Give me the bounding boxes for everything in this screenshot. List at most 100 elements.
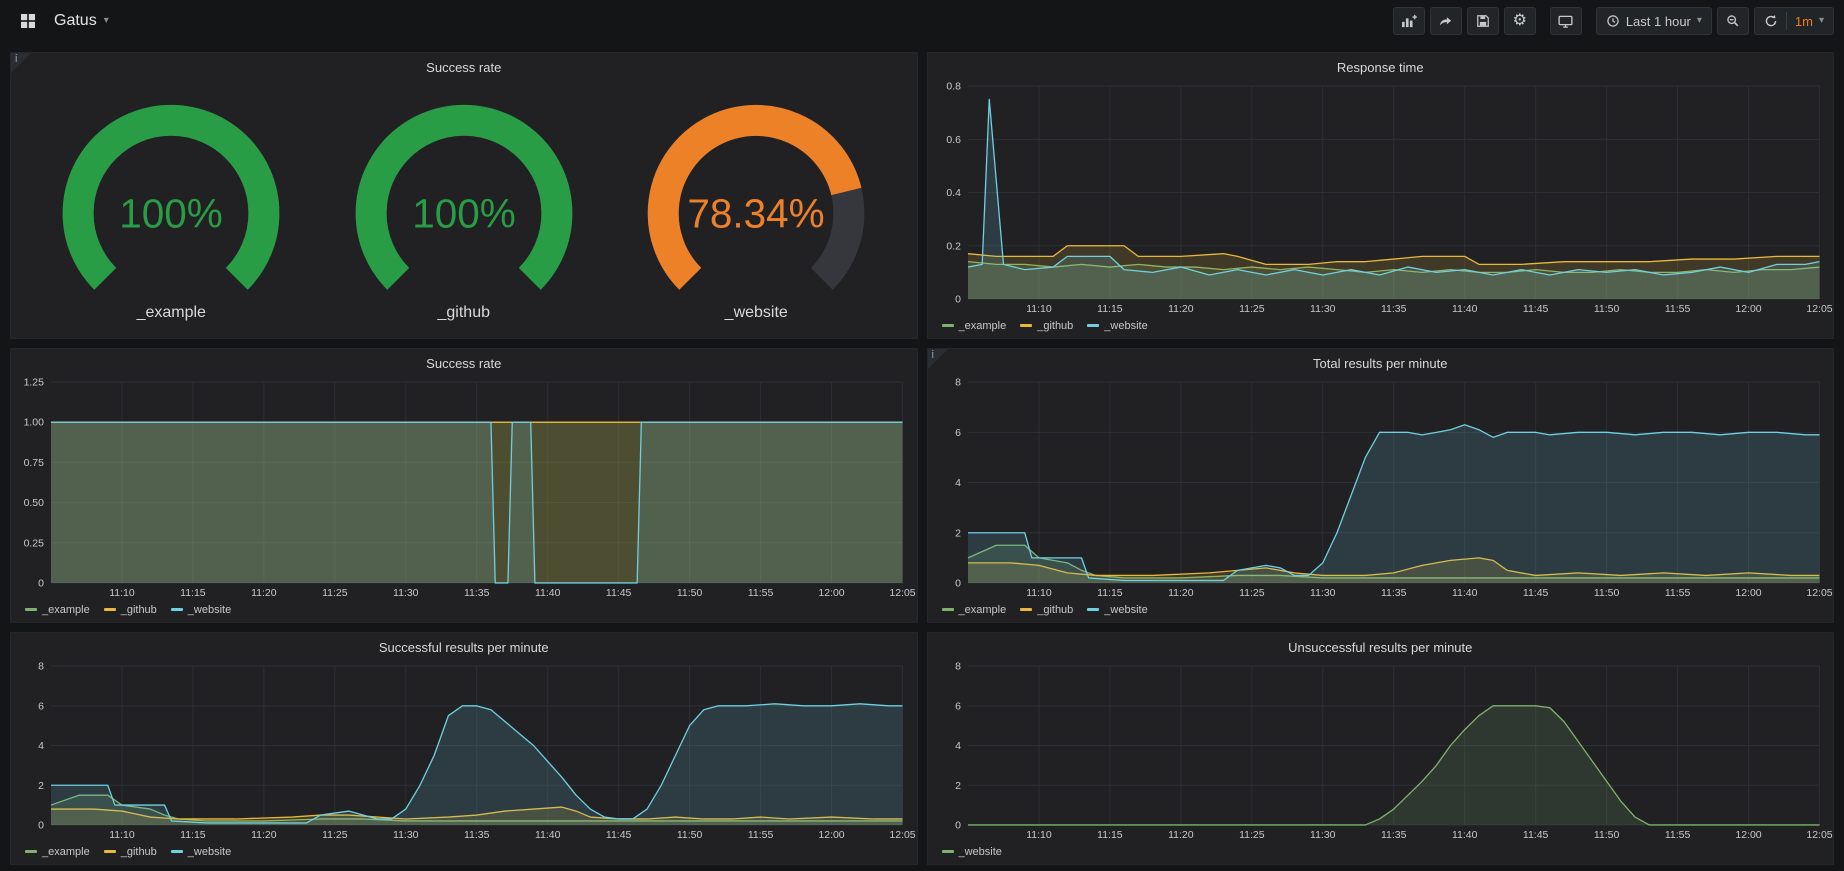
legend-marker bbox=[1020, 608, 1032, 611]
legend-item[interactable]: _github bbox=[104, 604, 157, 616]
dashboard-title: Gatus bbox=[54, 12, 97, 30]
refresh-interval-button[interactable]: 1m ▾ bbox=[1754, 7, 1834, 35]
svg-text:11:45: 11:45 bbox=[1522, 588, 1548, 599]
legend-series-label: _example bbox=[959, 604, 1007, 616]
add-panel-icon bbox=[1401, 14, 1417, 28]
monitor-icon bbox=[1558, 14, 1573, 29]
gauge-row: 100%_example100%_github78.34%_website bbox=[11, 78, 917, 338]
legend-item[interactable]: _github bbox=[1020, 604, 1073, 616]
legend-item[interactable]: _website bbox=[1087, 320, 1147, 332]
svg-text:11:40: 11:40 bbox=[1451, 588, 1477, 599]
successful-results-chart-canvas: 11:1011:1511:2011:2511:3011:3511:4011:45… bbox=[15, 658, 913, 843]
legend-series-label: _github bbox=[121, 846, 157, 858]
svg-text:4: 4 bbox=[38, 741, 44, 752]
cycle-view-mode-button[interactable] bbox=[1550, 7, 1582, 35]
legend-series-label: _github bbox=[121, 604, 157, 616]
add-panel-button[interactable] bbox=[1393, 7, 1425, 35]
save-dashboard-button[interactable] bbox=[1467, 7, 1499, 35]
svg-text:11:35: 11:35 bbox=[464, 588, 490, 599]
panel-title: Success rate bbox=[11, 349, 917, 374]
svg-text:11:25: 11:25 bbox=[322, 830, 348, 841]
gauge-arc: 78.34% bbox=[613, 94, 899, 306]
svg-text:2: 2 bbox=[38, 781, 44, 792]
svg-text:11:30: 11:30 bbox=[1310, 588, 1336, 599]
svg-text:11:55: 11:55 bbox=[748, 588, 774, 599]
svg-text:11:55: 11:55 bbox=[748, 830, 774, 841]
svg-text:4: 4 bbox=[955, 741, 961, 752]
dashboards-grid-icon-button[interactable] bbox=[12, 7, 44, 35]
svg-text:11:25: 11:25 bbox=[1239, 588, 1265, 599]
legend-item[interactable]: _example bbox=[25, 604, 90, 616]
legend-marker bbox=[942, 324, 954, 327]
svg-text:12:05: 12:05 bbox=[889, 588, 915, 599]
chart-area[interactable]: 11:1011:1511:2011:2511:3011:3511:4011:45… bbox=[11, 658, 917, 843]
panel-info-icon[interactable]: i bbox=[928, 349, 948, 369]
svg-text:11:40: 11:40 bbox=[535, 830, 561, 841]
save-icon bbox=[1476, 14, 1490, 28]
legend-series-label: _example bbox=[42, 604, 90, 616]
legend-marker bbox=[104, 850, 116, 853]
panel-title: Response time bbox=[928, 53, 1834, 78]
clock-icon bbox=[1606, 14, 1620, 28]
legend-item[interactable]: _example bbox=[942, 604, 1007, 616]
success-rate-chart-canvas: 11:1011:1511:2011:2511:3011:3511:4011:45… bbox=[15, 374, 913, 601]
svg-text:12:05: 12:05 bbox=[1806, 304, 1832, 315]
panel-response-time: Response time 11:1011:1511:2011:2511:301… bbox=[927, 52, 1835, 339]
chart-area[interactable]: 11:1011:1511:2011:2511:3011:3511:4011:45… bbox=[928, 658, 1834, 843]
legend-marker bbox=[942, 608, 954, 611]
legend-marker bbox=[1087, 608, 1099, 611]
legend-item[interactable]: _website bbox=[1087, 604, 1147, 616]
legend-item[interactable]: _example bbox=[942, 320, 1007, 332]
time-range-picker-button[interactable]: Last 1 hour ▾ bbox=[1596, 7, 1712, 35]
legend-item[interactable]: _github bbox=[104, 846, 157, 858]
chart-area[interactable]: 11:1011:1511:2011:2511:3011:3511:4011:45… bbox=[928, 374, 1834, 601]
legend-series-label: _example bbox=[42, 846, 90, 858]
svg-text:12:05: 12:05 bbox=[889, 830, 915, 841]
refresh-icon bbox=[1764, 14, 1778, 28]
gauge-arc: 100% bbox=[321, 94, 607, 306]
svg-text:11:10: 11:10 bbox=[1026, 304, 1052, 315]
legend-item[interactable]: _website bbox=[942, 846, 1002, 858]
legend-item[interactable]: _website bbox=[171, 846, 231, 858]
dashboard-title-dropdown[interactable]: Gatus ▾ bbox=[54, 12, 109, 30]
chevron-down-icon: ▾ bbox=[104, 16, 109, 26]
dashboard-actions-group: ⚙ bbox=[1393, 7, 1536, 35]
svg-text:0.50: 0.50 bbox=[24, 498, 45, 509]
share-dashboard-button[interactable] bbox=[1430, 7, 1462, 35]
svg-text:100%: 100% bbox=[412, 190, 516, 236]
svg-text:2: 2 bbox=[955, 528, 961, 539]
gauge-label: _website bbox=[725, 304, 788, 322]
svg-text:11:45: 11:45 bbox=[1522, 830, 1548, 841]
legend-marker bbox=[171, 608, 183, 611]
svg-text:11:30: 11:30 bbox=[393, 588, 419, 599]
svg-text:11:50: 11:50 bbox=[1593, 830, 1619, 841]
legend-series-label: _website bbox=[188, 846, 231, 858]
gauge-arc: 100% bbox=[28, 94, 314, 306]
svg-text:11:10: 11:10 bbox=[109, 588, 135, 599]
dashboard-settings-button[interactable]: ⚙ bbox=[1504, 7, 1536, 35]
svg-text:11:50: 11:50 bbox=[1593, 304, 1619, 315]
svg-text:11:15: 11:15 bbox=[1097, 830, 1123, 841]
svg-text:12:05: 12:05 bbox=[1806, 588, 1832, 599]
svg-text:11:15: 11:15 bbox=[180, 830, 206, 841]
legend-item[interactable]: _website bbox=[171, 604, 231, 616]
svg-text:78.34%: 78.34% bbox=[688, 190, 825, 236]
chart-area[interactable]: 11:1011:1511:2011:2511:3011:3511:4011:45… bbox=[928, 78, 1834, 317]
legend-item[interactable]: _example bbox=[25, 846, 90, 858]
svg-text:11:20: 11:20 bbox=[251, 588, 277, 599]
svg-text:11:35: 11:35 bbox=[1381, 588, 1407, 599]
svg-text:0: 0 bbox=[38, 578, 44, 589]
legend-item[interactable]: _github bbox=[1020, 320, 1073, 332]
svg-text:11:55: 11:55 bbox=[1664, 304, 1690, 315]
legend-marker bbox=[171, 850, 183, 853]
legend-marker bbox=[25, 608, 37, 611]
chart-area[interactable]: 11:1011:1511:2011:2511:3011:3511:4011:45… bbox=[11, 374, 917, 601]
svg-text:6: 6 bbox=[955, 701, 961, 712]
legend-series-label: _example bbox=[959, 320, 1007, 332]
zoom-out-time-button[interactable] bbox=[1717, 7, 1749, 35]
panel-info-icon[interactable]: i bbox=[11, 53, 31, 73]
svg-text:0: 0 bbox=[38, 820, 44, 831]
legend-series-label: _website bbox=[1104, 604, 1147, 616]
svg-text:11:40: 11:40 bbox=[535, 588, 561, 599]
navbar: Gatus ▾ ⚙ Last 1 hou bbox=[0, 0, 1844, 42]
